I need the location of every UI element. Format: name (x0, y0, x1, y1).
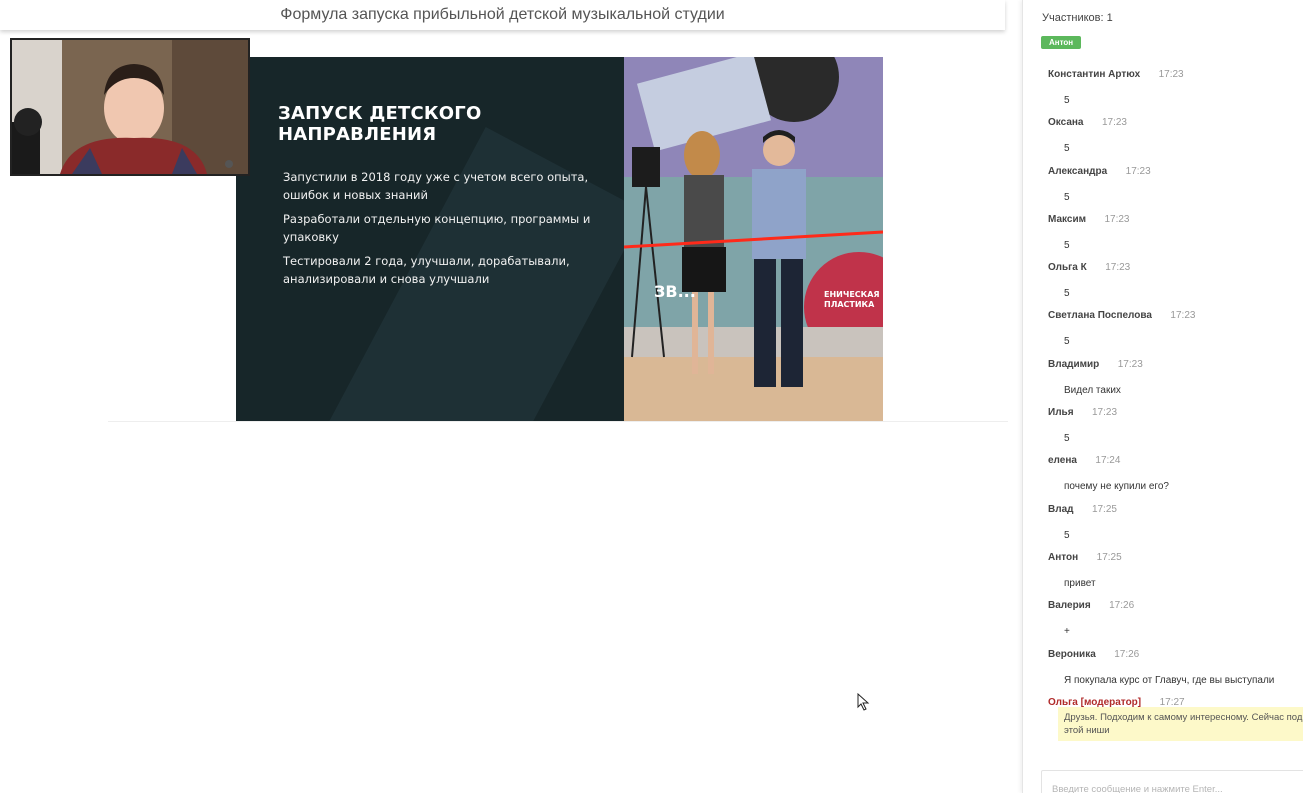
message-time: 17:24 (1095, 455, 1121, 467)
chat-message-input[interactable] (1042, 771, 1303, 793)
message-time: 17:23 (1158, 69, 1184, 80)
moderator-message-line: Друзья. Подходим к самому интересному. С… (1064, 711, 1303, 723)
message-author: Антон (1048, 551, 1079, 563)
main-area: Формула запуска прибыльной детской музык… (0, 0, 1022, 793)
svg-text:ПЛАСТИКА: ПЛАСТИКА (824, 300, 875, 309)
message-text: 5 (1064, 239, 1070, 251)
message-text: 5 (1064, 288, 1070, 300)
slide-point: Запустили в 2018 году уже с учетом всего… (283, 170, 589, 202)
chat-message: Влад 17:25 5 (1048, 499, 1303, 547)
participant-badge[interactable]: Антон (1041, 36, 1082, 49)
chat-message: Константин Артюх 17:23 5 (1048, 64, 1303, 112)
message-time: 17:23 (1104, 213, 1130, 225)
message-author: Влад (1048, 503, 1074, 515)
message-author: Валерия (1048, 600, 1091, 612)
message-time: 17:23 (1117, 358, 1143, 370)
ribbon-cutting-photo: ЕНИЧЕСКАЯ ПЛАСТИКА ЗВ... (624, 57, 883, 421)
message-text: 5 (1064, 433, 1070, 445)
chat-message: Антон 17:25 привет (1048, 547, 1303, 595)
message-text: 5 (1064, 95, 1070, 106)
message-time: 17:26 (1114, 648, 1140, 660)
message-author: Илья (1048, 407, 1074, 419)
slide-point: Разработали отдельную концепцию, програм… (283, 212, 591, 244)
message-author: Константин Артюх (1048, 69, 1141, 80)
chat-message: Максим 17:23 5 (1048, 209, 1303, 257)
chat-sidebar: Участников: 1 Антон Константин Артюх 17:… (1022, 0, 1303, 793)
mouse-cursor-icon (857, 692, 871, 716)
message-text: + (1064, 626, 1070, 638)
presentation-slide: ЗАПУСК ДЕТСКОГО НАПРАВЛЕНИЯ Запустили в … (236, 57, 883, 421)
title-bar: Формула запуска прибыльной детской музык… (0, 0, 1005, 30)
moderator-message-line: этой ниши (1064, 724, 1110, 736)
message-author: Светлана Поспелова (1048, 310, 1152, 322)
message-text: Я покупала курс от Главуч, где вы выступ… (1064, 674, 1275, 686)
message-author: Владимир (1048, 358, 1100, 370)
chat-message: Светлана Поспелова 17:23 5 (1048, 305, 1303, 353)
message-text: 5 (1064, 143, 1070, 155)
message-author: Ольга К (1048, 262, 1087, 274)
message-author: Вероника (1048, 648, 1096, 660)
chat-message: Вероника 17:26 Я покупала курс от Главуч… (1048, 644, 1303, 692)
message-author: Александра (1048, 165, 1108, 177)
message-text: привет (1064, 577, 1096, 589)
moderator-message: Ольга [модератор] 17:27 Друзья. Подходим… (1048, 692, 1303, 741)
slide-photo: ЕНИЧЕСКАЯ ПЛАСТИКА ЗВ... (624, 57, 883, 421)
message-time: 17:23 (1091, 407, 1118, 419)
message-text: 5 (1064, 336, 1070, 348)
page-title: Формула запуска прибыльной детской музык… (280, 6, 725, 23)
message-time: 17:23 (1101, 117, 1127, 129)
message-time: 17:23 (1170, 310, 1196, 322)
svg-text:ЕНИЧЕСКАЯ: ЕНИЧЕСКАЯ (824, 290, 880, 299)
chat-message: Оксана 17:23 5 (1048, 112, 1303, 160)
message-text: Видел таких (1064, 384, 1121, 396)
participants-count: Участников: 1 (1042, 12, 1113, 24)
message-author: Максим (1048, 213, 1086, 225)
chat-message: Валерия 17:26 + (1048, 595, 1303, 643)
slide-points: Запустили в 2018 году уже с учетом всего… (283, 169, 613, 295)
chat-message: елена 17:24 почему не купили его? (1048, 450, 1303, 498)
chat-message: Илья 17:23 5 (1048, 402, 1303, 450)
message-text: почему не купили его? (1064, 481, 1169, 493)
message-time: 17:23 (1125, 165, 1151, 177)
chat-input-box[interactable] (1041, 770, 1303, 793)
message-text: 5 (1064, 191, 1070, 203)
webcam-video[interactable] (10, 38, 250, 176)
message-time: 17:26 (1109, 600, 1135, 612)
chat-messages: Константин Артюх 17:23 5 Оксана 17:23 5 … (1048, 64, 1303, 741)
slide-heading: ЗАПУСК ДЕТСКОГО НАПРАВЛЕНИЯ (278, 103, 482, 145)
svg-text:ЗВ...: ЗВ... (654, 282, 696, 301)
speaker-video-frame (12, 40, 248, 174)
message-time: 17:23 (1105, 262, 1131, 274)
message-time: 17:25 (1096, 551, 1122, 563)
slide-point: Тестировали 2 года, улучшали, дорабатыва… (283, 254, 570, 286)
slide-text-panel: ЗАПУСК ДЕТСКОГО НАПРАВЛЕНИЯ Запустили в … (236, 57, 624, 421)
message-text: 5 (1064, 529, 1070, 541)
message-author: Оксана (1048, 117, 1084, 129)
chat-message: Александра 17:23 5 (1048, 161, 1303, 209)
message-author: елена (1048, 455, 1077, 467)
chat-message: Ольга К 17:23 5 (1048, 257, 1303, 305)
chat-message: Владимир 17:23 Видел таких (1048, 354, 1303, 402)
message-time: 17:25 (1091, 503, 1117, 515)
moderator-message-text: Друзья. Подходим к самому интересному. С… (1058, 706, 1303, 741)
